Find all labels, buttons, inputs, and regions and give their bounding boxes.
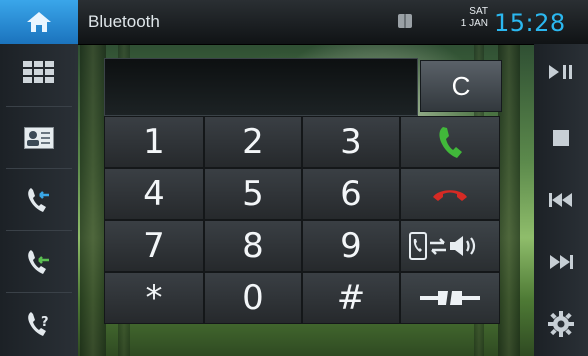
stop-button[interactable] bbox=[534, 110, 588, 166]
right-sidebar bbox=[534, 44, 588, 356]
page-title: Bluetooth bbox=[88, 12, 160, 31]
key-2[interactable]: 2 bbox=[204, 116, 302, 168]
key-hash[interactable]: # bbox=[302, 272, 400, 324]
grid-icon bbox=[23, 61, 54, 83]
next-button[interactable] bbox=[534, 234, 588, 290]
previous-icon bbox=[549, 193, 572, 207]
phone-speaker-transfer-icon bbox=[409, 232, 476, 260]
settings-button[interactable] bbox=[534, 296, 588, 352]
top-bar: Bluetooth SAT 1 JAN 15:28 bbox=[0, 0, 588, 45]
key-6[interactable]: 6 bbox=[302, 168, 400, 220]
hang-up-icon bbox=[433, 190, 467, 201]
svg-text:?: ? bbox=[41, 315, 49, 330]
key-4[interactable]: 4 bbox=[104, 168, 204, 220]
next-icon bbox=[550, 255, 573, 269]
call-button[interactable] bbox=[400, 116, 500, 168]
key-5[interactable]: 5 bbox=[204, 168, 302, 220]
key-1[interactable]: 1 bbox=[104, 116, 204, 168]
clock: 15:28 bbox=[494, 9, 566, 37]
left-sidebar: ? bbox=[0, 44, 78, 356]
sidebar-item-contacts[interactable] bbox=[0, 110, 78, 166]
hang-up-button[interactable] bbox=[400, 168, 500, 220]
sidebar-item-incoming-calls[interactable] bbox=[0, 172, 78, 228]
dial-keypad: 1 2 3 4 5 6 7 8 9 * 0 # bbox=[104, 116, 500, 324]
disconnect-button[interactable] bbox=[400, 272, 500, 324]
key-8[interactable]: 8 bbox=[204, 220, 302, 272]
key-star[interactable]: * bbox=[104, 272, 204, 324]
gear-icon bbox=[548, 311, 574, 337]
stop-icon bbox=[553, 130, 569, 146]
phonebook-icon[interactable] bbox=[396, 12, 414, 30]
clear-button[interactable]: C bbox=[420, 60, 502, 112]
previous-button[interactable] bbox=[534, 172, 588, 228]
key-3[interactable]: 3 bbox=[302, 116, 400, 168]
key-9[interactable]: 9 bbox=[302, 220, 400, 272]
home-button[interactable] bbox=[0, 0, 78, 44]
dial-display bbox=[104, 58, 418, 116]
date-block: SAT 1 JAN bbox=[452, 6, 488, 30]
day-label: SAT bbox=[469, 6, 488, 17]
contact-card-icon bbox=[24, 127, 54, 149]
key-0[interactable]: 0 bbox=[204, 272, 302, 324]
sidebar-item-keypad[interactable] bbox=[0, 44, 78, 100]
home-icon bbox=[27, 12, 51, 32]
sidebar-item-missed-calls[interactable]: ? bbox=[0, 296, 78, 352]
plug-disconnect-icon bbox=[420, 291, 480, 305]
audio-transfer-button[interactable] bbox=[400, 220, 500, 272]
date-label: 1 JAN bbox=[460, 18, 488, 29]
incoming-call-icon bbox=[28, 188, 49, 212]
call-icon bbox=[439, 127, 462, 158]
sidebar-item-outgoing-calls[interactable] bbox=[0, 234, 78, 290]
missed-call-icon: ? bbox=[28, 312, 49, 336]
play-pause-icon bbox=[549, 65, 572, 79]
key-7[interactable]: 7 bbox=[104, 220, 204, 272]
outgoing-call-icon bbox=[28, 250, 49, 274]
play-pause-button[interactable] bbox=[534, 44, 588, 100]
